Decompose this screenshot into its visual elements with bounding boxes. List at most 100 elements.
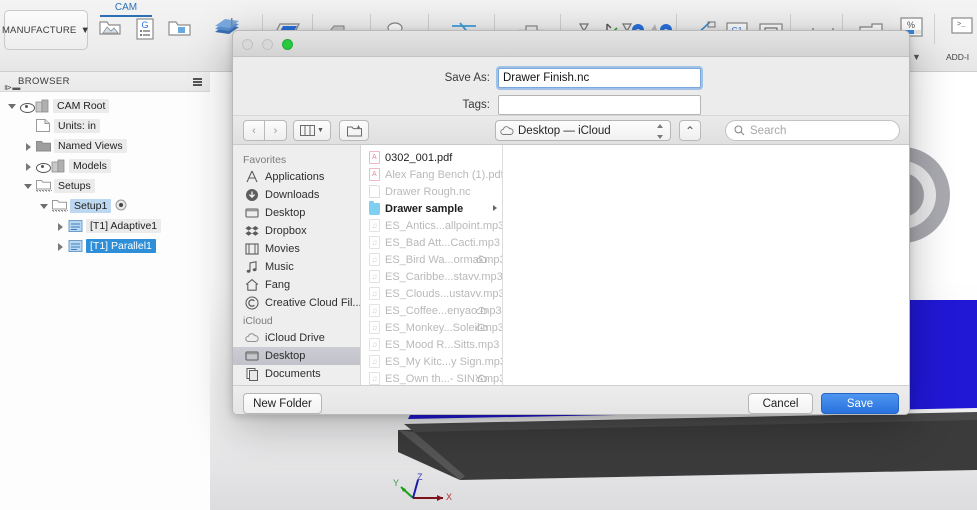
- maximize-button[interactable]: [282, 39, 293, 50]
- tree-node-t1-adaptive1[interactable]: [T1] Adaptive1: [0, 216, 210, 236]
- file-row[interactable]: ES_Bird Wa...ormal.mp3: [361, 251, 502, 268]
- cancel-button[interactable]: Cancel: [748, 393, 813, 414]
- browser-header: ⧐▬ BROWSER: [0, 72, 210, 92]
- expander-expand-icon[interactable]: [24, 142, 33, 151]
- visibility-toggle-icon[interactable]: [20, 100, 35, 113]
- tree-node-units-in[interactable]: Units: in: [0, 116, 210, 136]
- icloud-download-icon[interactable]: [476, 373, 488, 383]
- expander-collapse-icon[interactable]: [24, 182, 33, 191]
- tree-node-setups[interactable]: Setups: [0, 176, 210, 196]
- setup-folder-icon[interactable]: [165, 14, 195, 44]
- svg-text:>_: >_: [957, 21, 966, 29]
- save-as-row: Save As:: [233, 67, 909, 89]
- sidebar-item-applications[interactable]: Applications: [233, 168, 360, 186]
- tags-input[interactable]: [498, 95, 701, 115]
- sidebar-item-music[interactable]: Music: [233, 258, 360, 276]
- forward-button[interactable]: ›: [265, 120, 287, 141]
- addins-icon[interactable]: >_: [948, 12, 977, 42]
- sidebar-item-documents[interactable]: Documents: [233, 365, 360, 383]
- sidebar-item-label: Applications: [265, 171, 325, 183]
- tree-node-label: Models: [69, 159, 111, 173]
- file-row[interactable]: Drawer Rough.nc: [361, 183, 502, 200]
- chevron-down-icon: ▼: [80, 24, 91, 36]
- generate-gcode-icon[interactable]: G: [130, 14, 160, 44]
- svg-text:%: %: [907, 20, 915, 30]
- workspace-switcher-button[interactable]: MANUFACTURE ▼: [2, 10, 91, 50]
- sidebar-item-label: Creative Cloud Fil...: [265, 297, 361, 309]
- icloud-download-icon[interactable]: [476, 254, 488, 264]
- sidebar-item-desktop[interactable]: Desktop: [233, 204, 360, 222]
- toolpath-icon: [68, 239, 83, 253]
- axis-label-x: X: [446, 492, 453, 502]
- file-row[interactable]: ES_Antics...allpoint.mp3: [361, 217, 502, 234]
- browser-tree[interactable]: CAM Root Units: in Named Views Models Setups…: [0, 96, 210, 256]
- tree-node-label: [T1] Adaptive1: [86, 219, 162, 233]
- tree-node-setup1[interactable]: Setup1: [0, 196, 210, 216]
- chevron-down-icon: ▼: [317, 127, 324, 134]
- desktop-icon: [245, 206, 259, 220]
- file-row[interactable]: ES_Monkey...Soleil.mp3: [361, 319, 502, 336]
- pin-icon[interactable]: ⧐▬: [4, 78, 21, 98]
- view-mode-button[interactable]: ▼: [293, 120, 331, 141]
- sidebar-item-creative-cloud-fil[interactable]: Creative Cloud Fil...: [233, 294, 360, 312]
- tree-node-cam-root[interactable]: CAM Root: [0, 96, 210, 116]
- target-icon[interactable]: [115, 199, 127, 214]
- file-row[interactable]: ES_My Kitc...y Sign.mp3: [361, 353, 502, 370]
- folder-disclosure-icon[interactable]: [493, 205, 497, 211]
- file-row[interactable]: ES_Mood R...Sitts.mp3: [361, 336, 502, 353]
- path-popup-button[interactable]: Desktop — iCloud: [495, 120, 671, 141]
- save-as-input[interactable]: [498, 68, 701, 88]
- applications-icon: [245, 170, 259, 184]
- close-button[interactable]: [242, 39, 253, 50]
- sidebar-item-icloud-drive[interactable]: iCloud Drive: [233, 329, 360, 347]
- file-row[interactable]: ES_Bad Att...Cacti.mp3: [361, 234, 502, 251]
- sidebar-item-movies[interactable]: Movies: [233, 240, 360, 258]
- file-row[interactable]: Alex Fang Bench (1).pdf: [361, 166, 502, 183]
- file-name: ES_Bad Att...Cacti.mp3: [385, 236, 500, 249]
- sidebar-item-desktop[interactable]: Desktop: [233, 347, 360, 365]
- icloud-download-icon[interactable]: [476, 322, 488, 332]
- dialog-sidebar[interactable]: Favorites Applications Downloads Desktop Dro…: [233, 145, 361, 385]
- tree-node-named-views[interactable]: Named Views: [0, 136, 210, 156]
- new-folder-icon: [346, 125, 362, 136]
- panel-menu-icon[interactable]: [193, 78, 202, 86]
- sidebar-item-dropbox[interactable]: Dropbox: [233, 222, 360, 240]
- file-row[interactable]: ES_Clouds...ustavv.mp3: [361, 285, 502, 302]
- minimize-button[interactable]: [262, 39, 273, 50]
- sidebar-item-fang[interactable]: Fang: [233, 276, 360, 294]
- expander-collapse-icon[interactable]: [40, 202, 49, 211]
- sidebar-item-label: Desktop: [265, 207, 306, 219]
- icloud-download-icon[interactable]: [476, 305, 488, 315]
- pdf-icon: [369, 151, 380, 164]
- up-folder-button[interactable]: ⌃: [679, 120, 701, 141]
- expander-collapse-icon[interactable]: [8, 102, 17, 111]
- sidebar-item-downloads[interactable]: Downloads: [233, 186, 360, 204]
- expander-expand-icon[interactable]: [56, 242, 65, 251]
- back-button[interactable]: ‹: [243, 120, 265, 141]
- search-field[interactable]: Search: [725, 120, 900, 141]
- mp3-icon: [369, 287, 380, 300]
- new-setup-icon[interactable]: [96, 14, 126, 44]
- save-button[interactable]: Save: [821, 393, 899, 414]
- visibility-toggle-icon[interactable]: [36, 160, 51, 173]
- feed-opt-chevron-icon[interactable]: ▼: [912, 52, 921, 62]
- folder-icon: [36, 139, 51, 153]
- file-name: 0302_001.pdf: [385, 151, 453, 164]
- mp3-icon: [369, 253, 380, 266]
- file-row[interactable]: ES_Coffee...enyao.mp3: [361, 302, 502, 319]
- file-row[interactable]: ES_Caribbe...stavv.mp3: [361, 268, 502, 285]
- new-folder-button[interactable]: New Folder: [243, 393, 322, 414]
- file-name: ES_Clouds...ustavv.mp3: [385, 287, 503, 300]
- file-row[interactable]: ES_Own th...- SINY.mp3: [361, 370, 502, 385]
- file-list[interactable]: 0302_001.pdf Alex Fang Bench (1).pdf Drawe…: [361, 145, 503, 385]
- file-row[interactable]: 0302_001.pdf: [361, 149, 502, 166]
- file-row[interactable]: Drawer sample: [361, 200, 502, 217]
- new-folder-toolbar-button[interactable]: [339, 120, 369, 141]
- dialog-titlebar[interactable]: [233, 31, 909, 57]
- tree-node-t1-parallel1[interactable]: [T1] Parallel1: [0, 236, 210, 256]
- expander-expand-icon[interactable]: [24, 162, 33, 171]
- tree-node-models[interactable]: Models: [0, 156, 210, 176]
- dialog-toolbar: ‹ › ▼ Desktop — iCloud ⌃ Search: [233, 115, 909, 145]
- expander-expand-icon[interactable]: [56, 222, 65, 231]
- music-icon: [245, 260, 259, 274]
